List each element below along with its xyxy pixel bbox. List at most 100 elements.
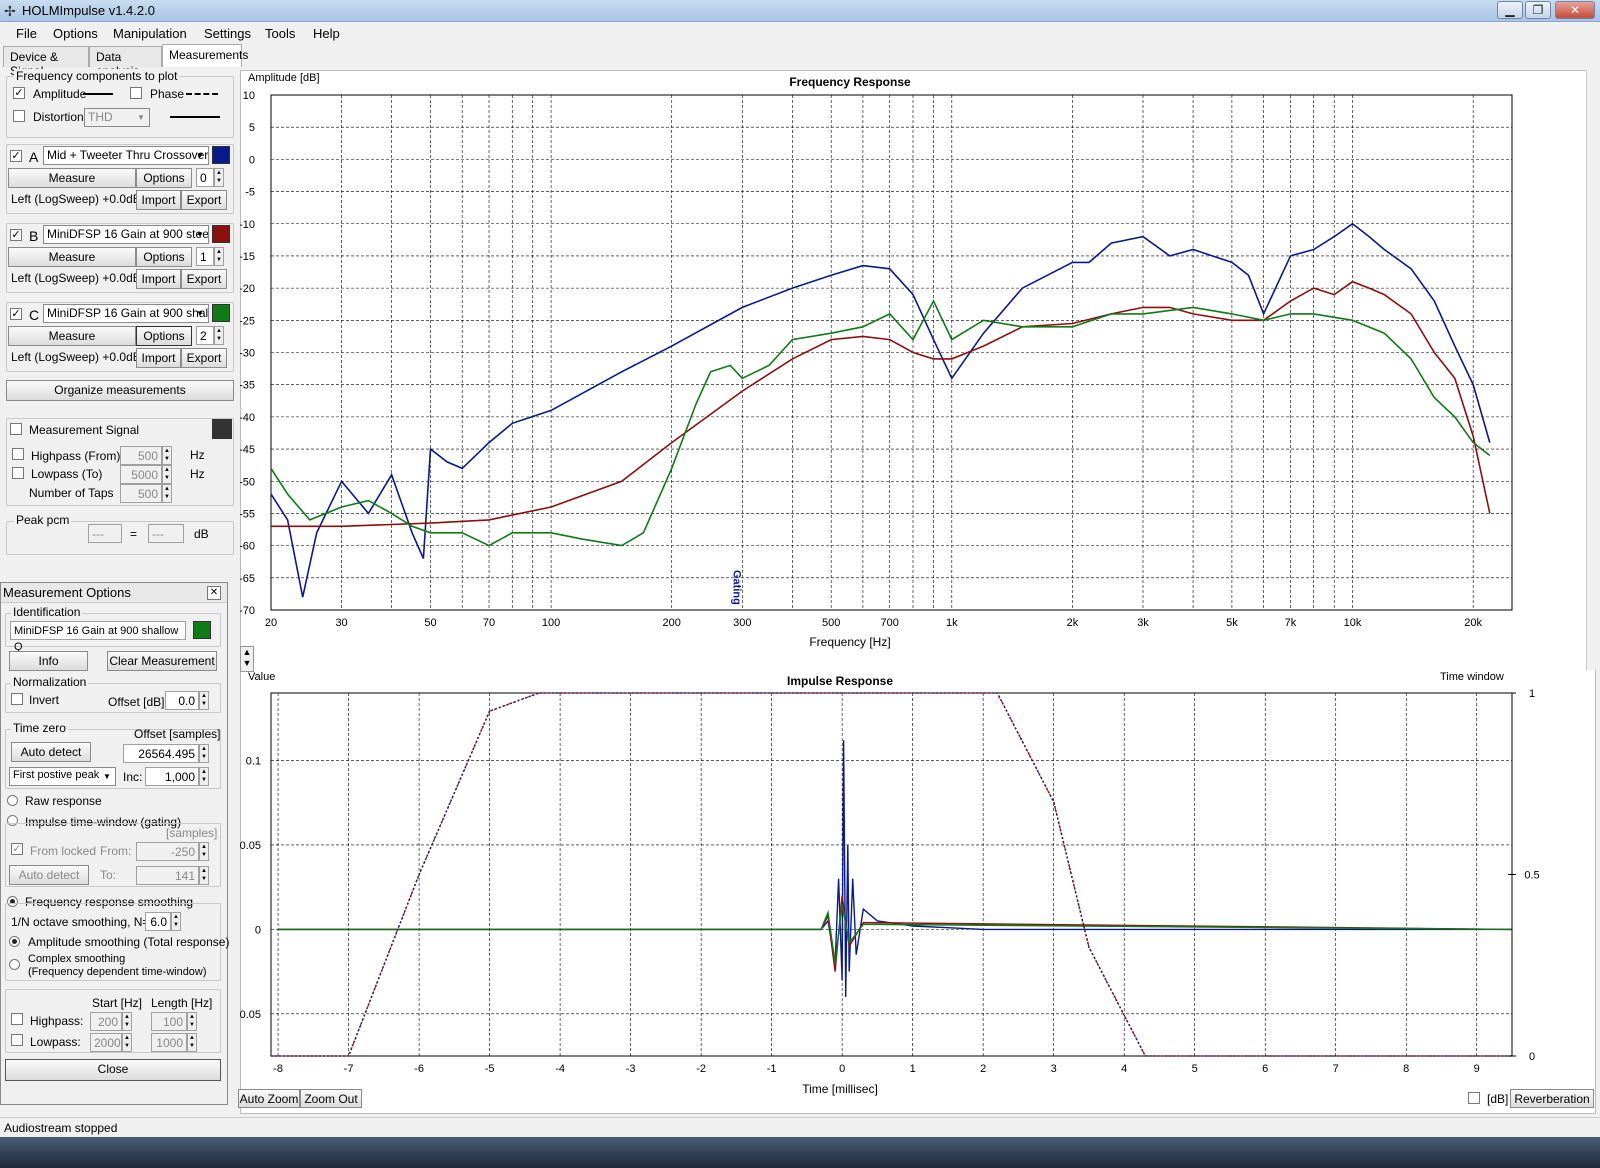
spin-arrows-icon[interactable]: ▲ ▼ <box>199 744 209 763</box>
measurement-c-index[interactable]: 2 <box>196 326 214 345</box>
amplitude-checkbox[interactable]: ✓ <box>13 87 25 99</box>
measurement-b-color-swatch[interactable] <box>212 225 230 243</box>
plot-scrollbar[interactable] <box>1586 70 1596 670</box>
tab-data-analysis[interactable]: Data analysis <box>89 46 162 78</box>
measurement-b-name-select[interactable]: MiniDFSP 16 Gain at 900 steep ▼ <box>43 225 209 244</box>
measurement-c-name-select[interactable]: MiniDFSP 16 Gain at 900 shallo ▼ <box>43 304 209 323</box>
spin-arrows-icon[interactable]: ▲ ▼ <box>199 866 209 885</box>
hp-start-input[interactable]: 200 <box>90 1012 122 1031</box>
measure-b-button[interactable]: Measure <box>8 247 136 267</box>
organize-measurements-button[interactable]: Organize measurements <box>6 380 234 401</box>
measurement-a-checkbox[interactable]: ✓ <box>10 150 22 162</box>
highpass-checkbox[interactable] <box>12 448 24 460</box>
fr-x-label: Frequency [Hz] <box>809 635 890 649</box>
phase-line-style <box>186 93 218 95</box>
inc-input[interactable]: 1,000 <box>145 767 199 786</box>
export-c-button[interactable]: Export <box>181 348 227 368</box>
tab-measurements[interactable]: Measurements <box>162 44 248 67</box>
spin-arrows-icon[interactable]: ▲ ▼ <box>171 912 181 931</box>
db-checkbox[interactable] <box>1468 1092 1480 1104</box>
filter-highpass-checkbox[interactable] <box>11 1013 23 1025</box>
measurement-b-index[interactable]: 1 <box>196 247 214 266</box>
menu-settings[interactable]: Settings <box>204 26 251 41</box>
from-input[interactable]: -250 <box>136 842 199 861</box>
import-b-button[interactable]: Import <box>136 269 181 289</box>
offset-db-input[interactable]: 0.0 <box>165 691 199 710</box>
lowpass-input[interactable]: 5000 <box>120 465 162 484</box>
highpass-input[interactable]: 500 <box>120 446 162 465</box>
lp-start-input[interactable]: 2000 <box>90 1033 122 1052</box>
measurement-signal-color[interactable] <box>212 419 232 439</box>
taps-input[interactable]: 500 <box>120 484 162 503</box>
peak-mode-select[interactable]: First postive peak ▼ <box>9 767 116 786</box>
to-input[interactable]: 141 <box>136 866 199 885</box>
distortion-select[interactable]: THD ▼ <box>84 108 150 127</box>
info-button[interactable]: Info <box>9 651 88 671</box>
tab-device-signal[interactable]: Device & Signal <box>3 46 89 78</box>
filter-lowpass-checkbox[interactable] <box>11 1034 23 1046</box>
import-c-button[interactable]: Import <box>136 348 181 368</box>
spin-arrows-icon[interactable]: ▲ ▼ <box>122 1033 132 1052</box>
offset-samples-input[interactable]: 26564.495 <box>123 744 199 763</box>
ir-y-tick: 0 <box>255 924 261 936</box>
options-a-button[interactable]: Options <box>136 168 192 188</box>
hp-length-input[interactable]: 100 <box>151 1012 187 1031</box>
amp-smoothing-radio[interactable] <box>9 936 20 947</box>
measure-a-button[interactable]: Measure <box>8 168 136 188</box>
octave-input[interactable]: 6.0 <box>145 912 171 931</box>
spin-arrows-icon[interactable]: ▲ ▼ <box>214 326 224 345</box>
restore-icon[interactable]: ❐ <box>1525 1 1551 19</box>
spin-arrows-icon[interactable]: ▲ ▼ <box>162 446 172 465</box>
measurement-b-checkbox[interactable]: ✓ <box>10 229 22 241</box>
menu-file[interactable]: File <box>16 26 37 41</box>
reverberation-button[interactable]: Reverberation <box>1510 1089 1594 1108</box>
export-a-button[interactable]: Export <box>181 190 227 210</box>
close-options-button[interactable]: Close <box>5 1059 221 1081</box>
invert-checkbox[interactable] <box>11 693 23 705</box>
close-icon[interactable]: ✕ <box>1555 1 1595 19</box>
auto-detect-gating-button[interactable]: Auto detect <box>9 865 89 885</box>
spin-arrows-icon[interactable]: ▲ ▼ <box>199 691 209 710</box>
spin-arrows-icon[interactable]: ▲ ▼ <box>214 168 224 187</box>
menu-help[interactable]: Help <box>313 26 340 41</box>
auto-zoom-button[interactable]: Auto Zoom <box>238 1089 300 1108</box>
menu-options[interactable]: Options <box>53 26 98 41</box>
measure-c-button[interactable]: Measure <box>8 326 136 346</box>
identification-input[interactable]: MiniDFSP 16 Gain at 900 shallow Q <box>10 621 186 653</box>
spin-arrows-icon[interactable]: ▲ ▼ <box>199 842 209 861</box>
options-c-button[interactable]: Options <box>136 326 192 346</box>
spin-arrows-icon[interactable]: ▲ ▼ <box>122 1012 132 1031</box>
distortion-checkbox[interactable] <box>13 110 25 122</box>
offset-db-label: Offset [dB]: <box>108 695 168 709</box>
measurement-c-checkbox[interactable]: ✓ <box>10 308 22 320</box>
clear-measurement-button[interactable]: Clear Measurement <box>107 651 217 671</box>
lowpass-unit: Hz <box>190 467 205 481</box>
measurement-signal-checkbox[interactable] <box>10 423 22 435</box>
identification-color[interactable] <box>193 621 211 639</box>
spin-arrows-icon[interactable]: ▲ ▼ <box>214 247 224 266</box>
measurement-c-color-swatch[interactable] <box>212 304 230 322</box>
zoom-out-button[interactable]: Zoom Out <box>300 1089 362 1108</box>
phase-checkbox[interactable] <box>130 87 142 99</box>
export-b-button[interactable]: Export <box>181 269 227 289</box>
auto-detect-button[interactable]: Auto detect <box>11 742 91 762</box>
raw-response-radio[interactable] <box>7 795 18 806</box>
lp-length-input[interactable]: 1000 <box>151 1033 187 1052</box>
spin-arrows-icon[interactable]: ▲ ▼ <box>187 1033 197 1052</box>
spin-arrows-icon[interactable]: ▲ ▼ <box>162 465 172 484</box>
measurement-a-name-select[interactable]: Mid + Tweeter Thru Crossover ▼ <box>43 146 209 165</box>
close-icon[interactable]: ✕ <box>207 586 221 600</box>
minimize-icon[interactable]: ▁ <box>1497 1 1523 19</box>
from-locked-checkbox[interactable]: ✓ <box>11 843 23 855</box>
menu-manipulation[interactable]: Manipulation <box>113 26 187 41</box>
spin-arrows-icon[interactable]: ▲ ▼ <box>199 767 209 786</box>
complex-smoothing-radio[interactable] <box>9 959 20 970</box>
spin-arrows-icon[interactable]: ▲ ▼ <box>162 484 172 503</box>
import-a-button[interactable]: Import <box>136 190 181 210</box>
measurement-a-color-swatch[interactable] <box>212 146 230 164</box>
menu-tools[interactable]: Tools <box>265 26 295 41</box>
lowpass-checkbox[interactable] <box>12 467 24 479</box>
spin-arrows-icon[interactable]: ▲ ▼ <box>187 1012 197 1031</box>
measurement-a-index[interactable]: 0 <box>196 168 214 187</box>
options-b-button[interactable]: Options <box>136 247 192 267</box>
